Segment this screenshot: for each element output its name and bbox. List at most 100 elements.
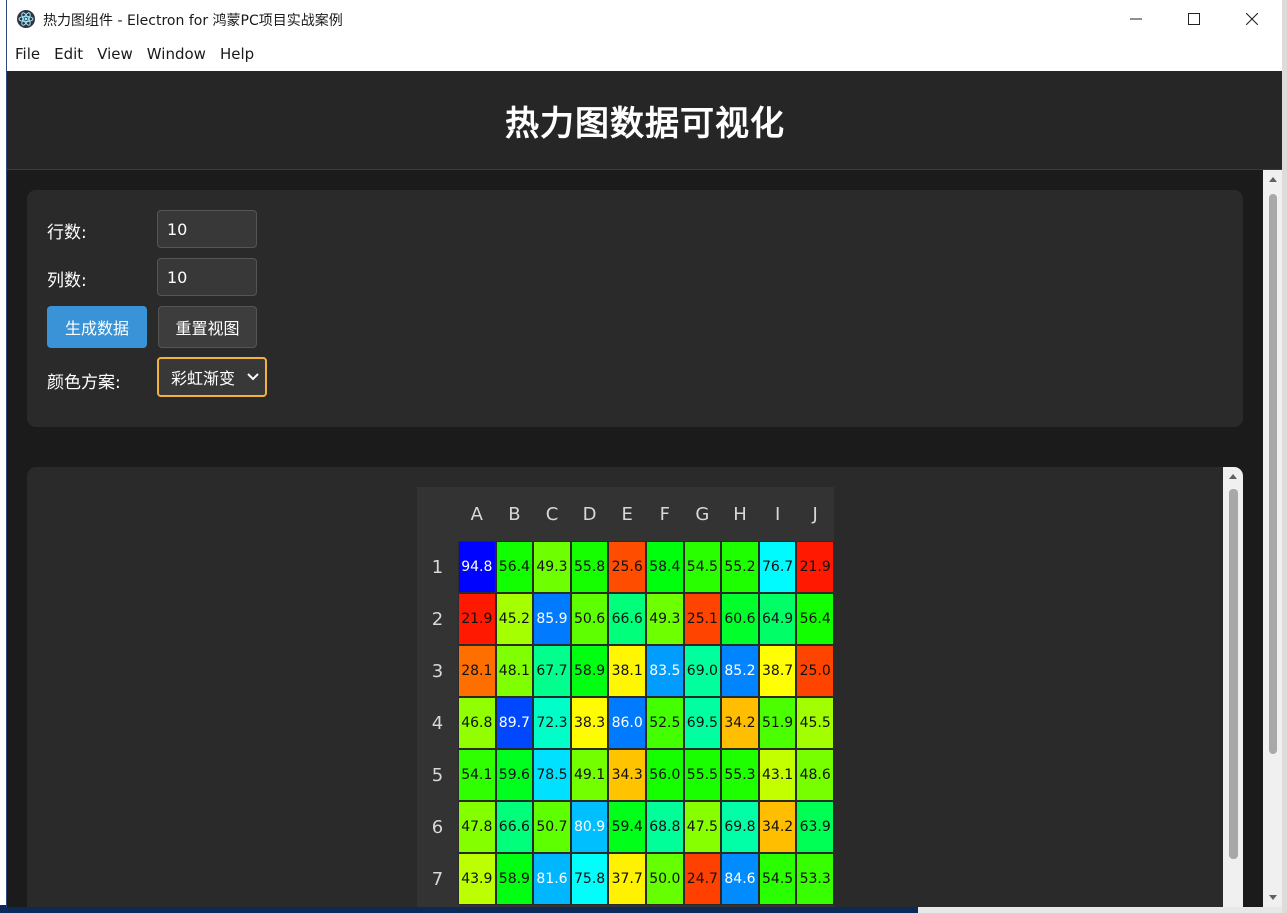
heatmap-cell[interactable]: 37.7	[608, 853, 646, 905]
scroll-down-icon[interactable]	[1263, 889, 1282, 907]
heatmap-cell[interactable]: 50.0	[646, 853, 684, 905]
heatmap-cell[interactable]: 43.9	[458, 853, 496, 905]
heatmap-cell[interactable]: 55.3	[721, 749, 759, 801]
heatmap-cell[interactable]: 69.5	[683, 697, 722, 749]
generate-data-button[interactable]: 生成数据	[47, 306, 147, 348]
heatmap-cell[interactable]: 38.3	[570, 697, 609, 749]
heatmap-cell[interactable]: 68.8	[646, 801, 684, 853]
reset-view-button[interactable]: 重置视图	[158, 306, 257, 348]
heatmap-cell[interactable]: 45.5	[796, 697, 834, 749]
heatmap-cell[interactable]: 46.8	[458, 697, 496, 749]
menu-edit[interactable]: Edit	[48, 38, 89, 71]
heatmap-cell[interactable]: 50.6	[570, 593, 609, 645]
maximize-button[interactable]	[1165, 0, 1223, 38]
heatmap-cell[interactable]: 64.9	[758, 593, 797, 645]
heatmap-cell[interactable]: 56.4	[495, 541, 534, 593]
menu-file[interactable]: File	[9, 38, 46, 71]
scroll-up-icon[interactable]	[1263, 170, 1282, 188]
heatmap-cell[interactable]: 50.7	[533, 801, 571, 853]
heatmap-cell[interactable]: 81.6	[533, 853, 571, 905]
heatmap-cell[interactable]: 54.5	[683, 541, 722, 593]
heatmap-scrollbar-thumb[interactable]	[1229, 489, 1238, 859]
rows-input[interactable]: 10	[157, 210, 257, 248]
heatmap-cell[interactable]: 21.9	[796, 541, 834, 593]
heatmap-cell[interactable]: 69.0	[683, 645, 722, 697]
heatmap-cell[interactable]: 72.3	[533, 697, 571, 749]
row-header: 3	[431, 660, 444, 682]
heatmap-cell[interactable]: 59.4	[608, 801, 646, 853]
heatmap-cell[interactable]: 76.7	[758, 541, 797, 593]
heatmap-cell[interactable]: 59.6	[495, 749, 534, 801]
heatmap-scrollbar[interactable]	[1223, 467, 1243, 907]
heatmap-cell[interactable]: 63.9	[796, 801, 834, 853]
page-scrollbar-thumb[interactable]	[1269, 194, 1277, 754]
heatmap-cell[interactable]: 67.7	[533, 645, 571, 697]
color-scheme-select[interactable]: 彩虹渐变	[157, 357, 267, 397]
heatmap-cell[interactable]: 25.1	[683, 593, 722, 645]
heatmap-cell[interactable]: 58.4	[646, 541, 684, 593]
close-button[interactable]	[1223, 0, 1281, 38]
controls-panel: 行数: 10 列数: 10 生成数据 重置视图 颜色方案: 彩虹渐变	[27, 190, 1243, 427]
heatmap-cell[interactable]: 78.5	[533, 749, 571, 801]
menu-help[interactable]: Help	[214, 38, 260, 71]
row-header: 2	[431, 608, 444, 630]
heatmap-cell[interactable]: 54.5	[758, 853, 797, 905]
heatmap-cell[interactable]: 58.9	[495, 853, 534, 905]
heatmap-cell[interactable]: 45.2	[495, 593, 534, 645]
maximize-icon	[1188, 13, 1200, 25]
column-header: H	[733, 503, 747, 525]
heatmap-cell[interactable]: 83.5	[646, 645, 684, 697]
heatmap-cell[interactable]: 66.6	[495, 801, 534, 853]
heatmap-cell[interactable]: 34.2	[721, 697, 759, 749]
heatmap-cell[interactable]: 89.7	[495, 697, 534, 749]
page-scrollbar[interactable]	[1263, 170, 1282, 907]
heatmap-cell[interactable]: 69.8	[721, 801, 759, 853]
heatmap-cell[interactable]: 85.9	[533, 593, 571, 645]
menu-view[interactable]: View	[91, 38, 139, 71]
heatmap-cell[interactable]: 54.1	[458, 749, 496, 801]
heatmap-cell[interactable]: 49.3	[646, 593, 684, 645]
column-header: G	[695, 503, 710, 525]
heatmap-cell[interactable]: 24.7	[683, 853, 722, 905]
heatmap-cell[interactable]: 66.6	[608, 593, 646, 645]
heatmap-cell[interactable]: 48.6	[796, 749, 834, 801]
heatmap-cell[interactable]: 55.5	[683, 749, 722, 801]
heatmap-cell[interactable]: 58.9	[570, 645, 609, 697]
heatmap-cell[interactable]: 60.6	[721, 593, 759, 645]
cols-input[interactable]: 10	[157, 258, 257, 296]
heatmap-cell[interactable]: 55.2	[721, 541, 759, 593]
heatmap-cell[interactable]: 52.5	[646, 697, 684, 749]
heatmap-cell[interactable]: 51.9	[758, 697, 797, 749]
heatmap-cell[interactable]: 53.3	[796, 853, 834, 905]
heatmap-cell[interactable]: 56.0	[646, 749, 684, 801]
heatmap-cell[interactable]: 48.1	[495, 645, 534, 697]
scroll-up-icon[interactable]	[1223, 467, 1243, 485]
menu-window[interactable]: Window	[141, 38, 212, 71]
title-bar[interactable]: 热力图组件 - Electron for 鸿蒙PC项目实战案例	[7, 0, 1282, 38]
heatmap-cell[interactable]: 34.3	[608, 749, 646, 801]
heatmap-cell[interactable]: 56.4	[796, 593, 834, 645]
heatmap-cell[interactable]: 86.0	[608, 697, 646, 749]
heatmap-cell[interactable]: 55.8	[570, 541, 609, 593]
heatmap-cell[interactable]: 85.2	[721, 645, 759, 697]
heatmap-cell[interactable]: 47.8	[458, 801, 496, 853]
heatmap-cell[interactable]: 94.8	[458, 541, 496, 593]
minimize-button[interactable]	[1107, 0, 1165, 38]
heatmap-cell[interactable]: 38.1	[608, 645, 646, 697]
heatmap-cell[interactable]: 34.2	[758, 801, 797, 853]
heatmap-cell[interactable]: 21.9	[458, 593, 496, 645]
heatmap-cell[interactable]: 84.6	[721, 853, 759, 905]
heatmap-cell[interactable]: 38.7	[758, 645, 797, 697]
heatmap-cell[interactable]: 43.1	[758, 749, 797, 801]
page-title: 热力图数据可视化	[505, 103, 785, 144]
heatmap-cell[interactable]: 49.3	[533, 541, 571, 593]
column-header: E	[621, 503, 633, 525]
heatmap-cell[interactable]: 49.1	[570, 749, 609, 801]
heatmap-cell[interactable]: 47.5	[683, 801, 722, 853]
heatmap-cell[interactable]: 25.6	[608, 541, 646, 593]
heatmap-cell[interactable]: 80.9	[570, 801, 609, 853]
row-header: 4	[431, 712, 444, 734]
heatmap-cell[interactable]: 75.8	[570, 853, 609, 905]
heatmap-cell[interactable]: 25.0	[796, 645, 834, 697]
heatmap-cell[interactable]: 28.1	[458, 645, 496, 697]
